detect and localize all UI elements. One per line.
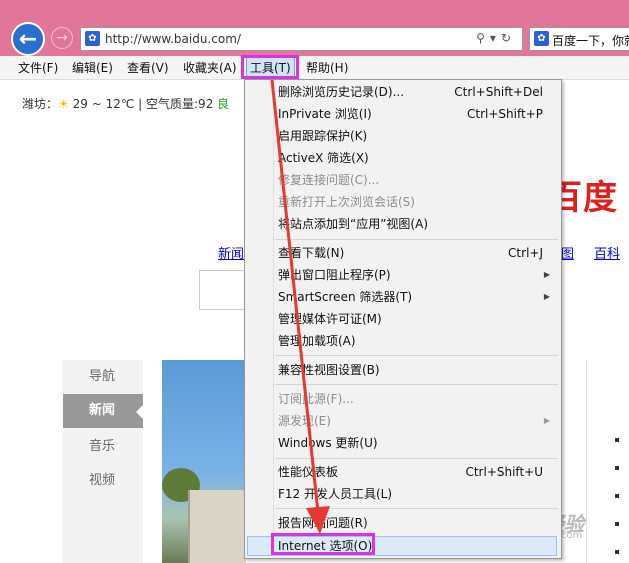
arrow-shaft [270,79,320,513]
arrow-head [306,506,330,534]
annotation-arrow [270,79,330,534]
